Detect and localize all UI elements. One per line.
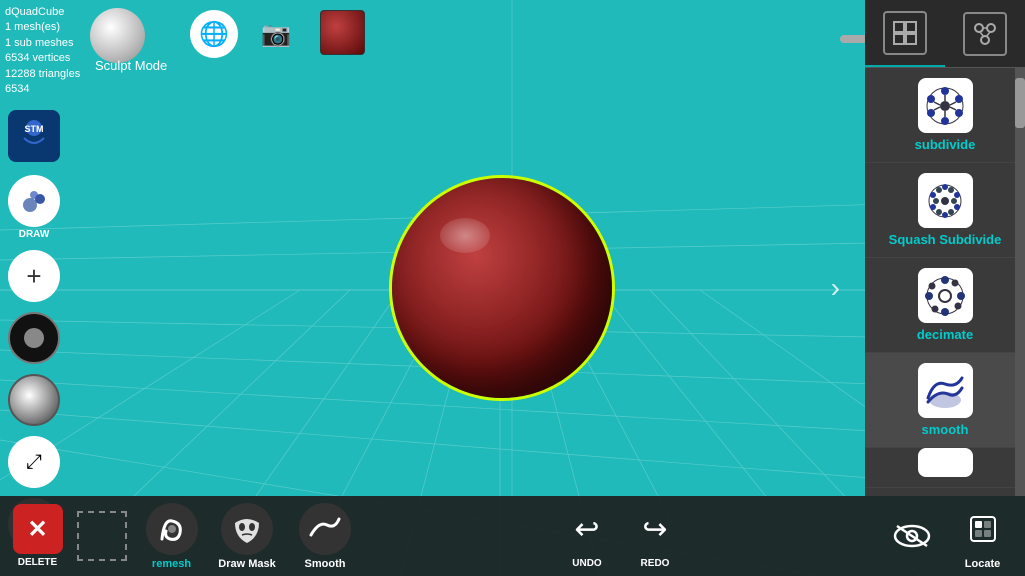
decimate-tool[interactable]: decimate (865, 258, 1025, 353)
draw-mask-button[interactable]: Draw Mask (212, 503, 282, 570)
viewport: dQuadCube 1 mesh(es) 1 sub meshes 6534 v… (0, 0, 1025, 576)
tool-list: subdivide (865, 68, 1025, 496)
add-objects-button[interactable]: + (8, 250, 60, 302)
subdivide-icon (918, 78, 973, 133)
panel-scrollbar[interactable] (1015, 68, 1025, 496)
extra-tool[interactable] (865, 448, 1025, 488)
smooth-label: smooth (922, 422, 969, 437)
draw-button[interactable]: DRAW (8, 175, 60, 240)
vertex-value: 6534 (5, 82, 80, 97)
subdivide-tool[interactable]: subdivide (865, 68, 1025, 163)
sphere-preview-button[interactable] (90, 8, 145, 63)
squash-subdivide-label: Squash Subdivide (889, 232, 1002, 247)
decimate-icon (918, 268, 973, 323)
remesh-button[interactable]: remesh (139, 503, 204, 570)
brush-size-button[interactable] (8, 312, 60, 364)
3d-sphere (392, 178, 612, 398)
mesh-view-tab[interactable] (865, 0, 945, 67)
smooth-bottom-label: Smooth (305, 558, 346, 570)
svg-text:STM: STM (25, 124, 44, 134)
globe-button[interactable]: 🌐 (190, 10, 238, 58)
stm-logo[interactable]: STM (8, 110, 60, 162)
mask-selector[interactable] (77, 511, 127, 561)
alpha-button[interactable] (8, 374, 60, 426)
scrollbar-thumb[interactable] (1015, 78, 1025, 128)
remesh-label: remesh (152, 558, 191, 570)
locate-label: Locate (965, 558, 1000, 570)
delete-button[interactable]: ✕ DELETE (10, 504, 65, 568)
locate-button[interactable]: Locate (950, 503, 1015, 570)
panel-tabs (865, 0, 1025, 68)
undo-button[interactable]: ↩ UNDO (557, 503, 617, 569)
squash-subdivide-icon (918, 173, 973, 228)
decimate-label: decimate (917, 327, 973, 342)
undo-label: UNDO (572, 558, 601, 569)
subdivide-label: subdivide (915, 137, 976, 152)
material-preview-button[interactable] (320, 10, 365, 55)
screenshot-button[interactable]: 📷 (254, 12, 298, 56)
expand-panel-button[interactable]: › (831, 272, 840, 304)
smooth-icon (918, 363, 973, 418)
transform-button[interactable]: ⤢ (8, 436, 60, 488)
right-panel: subdivide (865, 0, 1025, 496)
bottom-bar: ✕ DELETE remesh (0, 496, 1025, 576)
redo-button[interactable]: ↪ REDO (625, 503, 685, 569)
nodes-view-tab[interactable] (945, 0, 1025, 67)
delete-label: DELETE (18, 557, 57, 568)
redo-label: REDO (641, 558, 670, 569)
squash-subdivide-tool[interactable]: Squash Subdivide (865, 163, 1025, 258)
draw-mask-label: Draw Mask (218, 558, 275, 570)
hide-button[interactable] (882, 510, 942, 562)
smooth-bottom-button[interactable]: Smooth (290, 503, 360, 570)
draw-label: DRAW (19, 229, 50, 240)
sculpt-mode-label: Sculpt Mode (95, 58, 167, 73)
smooth-tool[interactable]: smooth (865, 353, 1025, 448)
